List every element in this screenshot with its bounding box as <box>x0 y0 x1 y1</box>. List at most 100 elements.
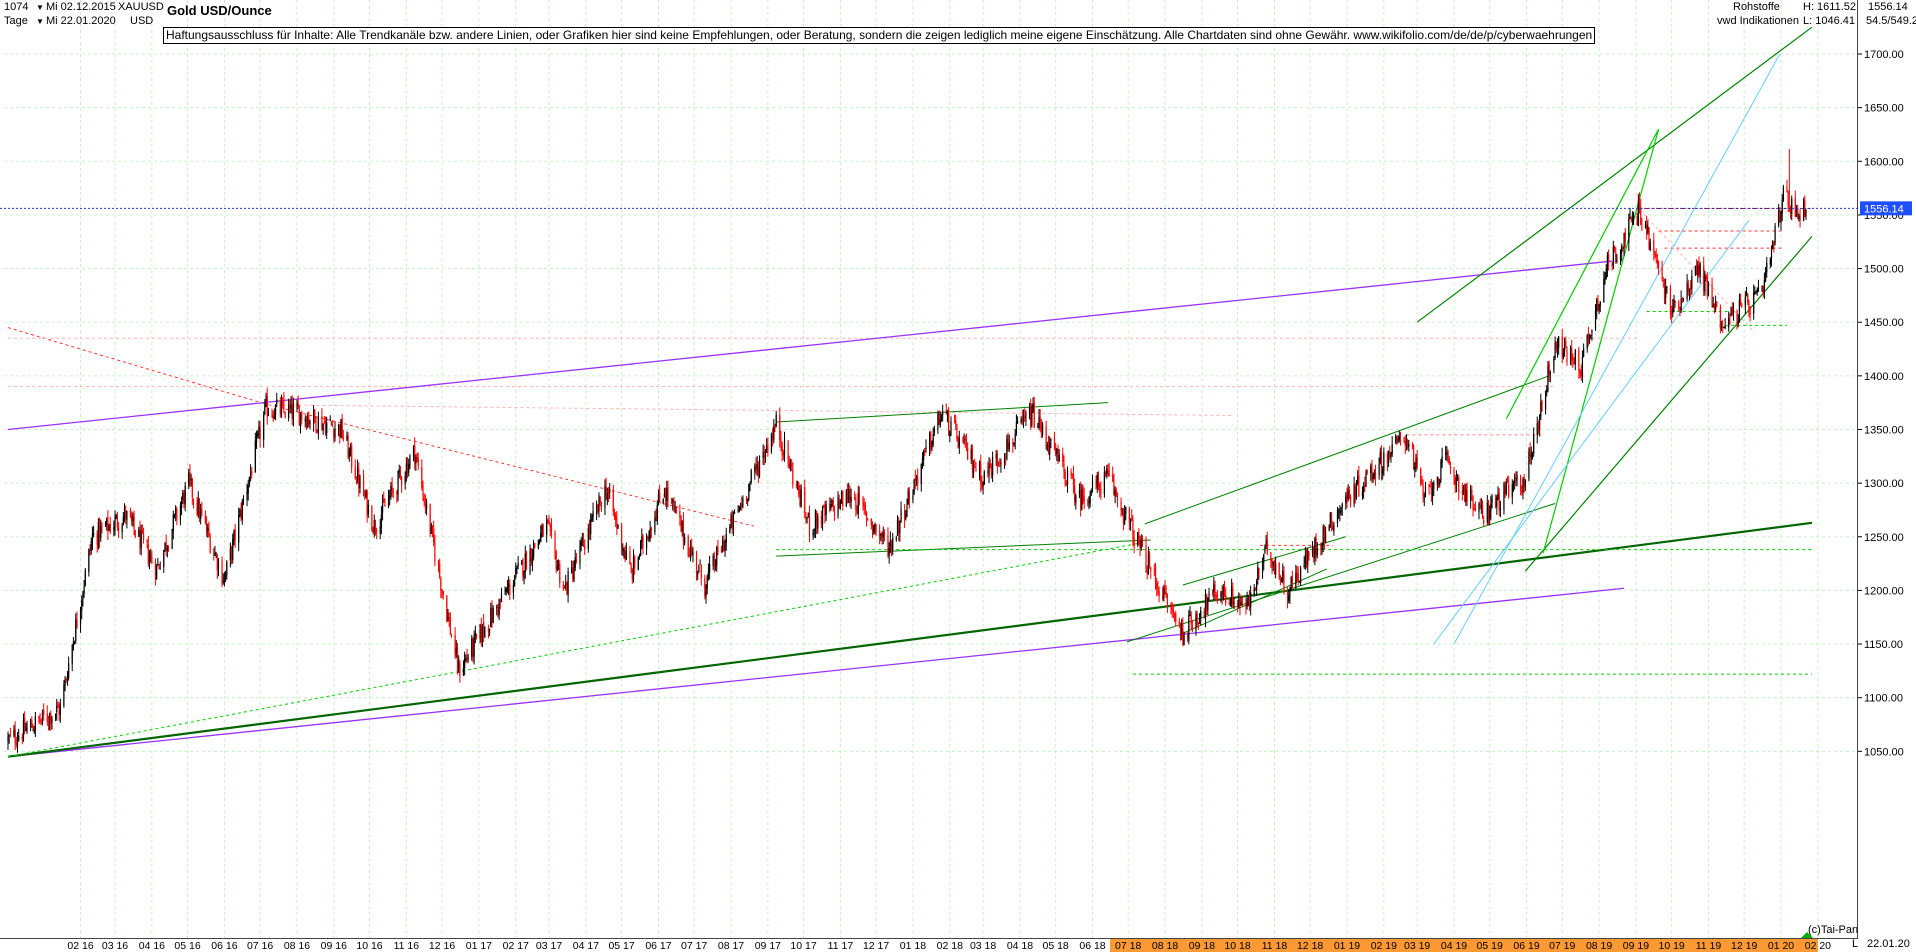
candle-body <box>508 583 510 588</box>
candle-body <box>1082 489 1084 497</box>
candle-body <box>18 735 20 741</box>
candle-body <box>1389 452 1391 457</box>
candle-body <box>1578 349 1580 372</box>
candle-body <box>1336 509 1339 524</box>
candle-body <box>1781 200 1783 215</box>
candle-body <box>458 661 460 670</box>
x-tick-label: 12 16 <box>429 940 455 952</box>
candle-body <box>290 401 292 410</box>
candle-body <box>1390 454 1392 456</box>
candle-body <box>449 618 451 635</box>
candle-body <box>832 500 834 507</box>
candle-body <box>9 734 11 736</box>
currency: USD <box>130 15 154 27</box>
candle-body <box>904 510 906 520</box>
candle-body <box>1531 453 1534 455</box>
candle-body <box>1586 334 1588 349</box>
candle-body <box>1505 482 1507 494</box>
candle-body <box>942 411 944 415</box>
candle-body <box>549 524 551 528</box>
candle-body <box>800 489 802 507</box>
candle-body <box>1353 484 1355 504</box>
x-tick-label: 08 16 <box>284 940 310 952</box>
candle-body <box>341 418 343 438</box>
candle-body <box>745 497 748 501</box>
candle-body <box>1695 264 1698 276</box>
candle-body <box>191 478 193 498</box>
candle-body <box>150 555 152 557</box>
candle-body <box>992 457 994 476</box>
y-tick-label: 1650.00 <box>1864 103 1904 115</box>
candle-body <box>1433 482 1435 489</box>
candle-body <box>845 489 847 507</box>
candle-body <box>1216 594 1218 598</box>
candle-body <box>1313 547 1315 559</box>
candle-body <box>971 448 974 472</box>
candle-body <box>1139 542 1141 550</box>
candle-body <box>354 466 356 479</box>
candle-body <box>1547 365 1549 391</box>
candle-body <box>766 445 768 453</box>
x-tick-label: 10 16 <box>356 940 382 952</box>
candle-body <box>1446 452 1448 454</box>
x-tick-label: 03 16 <box>102 940 128 952</box>
candle-body <box>221 560 223 584</box>
candle-body <box>133 516 135 530</box>
candle-body <box>1403 437 1405 443</box>
candle-body <box>409 455 411 467</box>
candle-body <box>709 564 711 573</box>
candle-body <box>1515 477 1517 481</box>
candle-body <box>266 395 268 417</box>
period-dropdown-icon[interactable]: ▼ <box>36 15 44 28</box>
candle-body <box>109 523 111 532</box>
candle-body <box>854 497 856 500</box>
candle-body <box>763 451 765 458</box>
candle-body <box>1690 287 1692 290</box>
candle-body <box>283 399 285 411</box>
candle-body <box>1254 589 1257 590</box>
candle-body <box>349 445 352 451</box>
candle-body <box>1546 388 1548 393</box>
candle-body <box>229 547 231 561</box>
gold-candlestick-chart: 02 16 03 16 04 16 05 16 06 16 07 16 08 16 09 16… <box>0 0 1916 952</box>
candle-body <box>582 538 585 547</box>
candle-body <box>1713 303 1716 310</box>
candle-body <box>1405 439 1408 445</box>
candle-body <box>1744 297 1746 307</box>
candle-body <box>590 519 592 534</box>
candle-body <box>1189 613 1191 617</box>
candle-body <box>1006 438 1008 459</box>
candle-body <box>1624 231 1626 242</box>
candle-body <box>1261 560 1264 574</box>
x-tick-label: 06 16 <box>211 940 237 952</box>
candle-body <box>748 483 750 499</box>
candle-body <box>64 678 66 686</box>
candle-body <box>107 516 109 532</box>
candle-body <box>742 497 744 507</box>
candle-body <box>1529 449 1531 456</box>
dropdown-arrow-icon[interactable]: ▼ <box>36 1 44 14</box>
candle-body <box>1388 451 1390 463</box>
candle-body <box>1654 251 1656 255</box>
candle-body <box>1279 575 1281 583</box>
candle-body <box>1081 488 1083 510</box>
candle-body <box>1729 316 1731 317</box>
candle-body <box>805 513 807 521</box>
candle-body <box>1372 474 1374 479</box>
candle-body <box>741 503 743 507</box>
candle-body <box>605 486 607 498</box>
candle-body <box>398 469 400 473</box>
candle-body <box>1799 216 1801 221</box>
candle-body <box>1030 406 1032 427</box>
candle-body <box>465 657 467 661</box>
candle-body <box>479 624 481 639</box>
candle-body <box>1458 476 1460 493</box>
candle-body <box>481 624 484 643</box>
candle-body <box>1316 548 1318 556</box>
candle-body <box>1083 495 1085 502</box>
candle-body <box>365 491 367 498</box>
candle-body <box>1383 452 1385 471</box>
candle-body <box>90 541 92 552</box>
candle-body <box>890 541 893 552</box>
y-tick-label: 1250.00 <box>1864 532 1904 544</box>
